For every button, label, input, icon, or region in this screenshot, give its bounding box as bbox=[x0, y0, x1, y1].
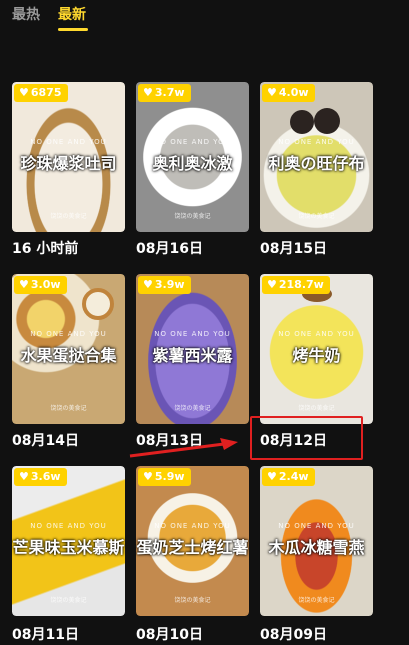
heart-icon: ♥ bbox=[267, 86, 277, 99]
like-count: 3.7w bbox=[154, 86, 185, 99]
video-title: 芒果味玉米慕斯 bbox=[12, 538, 125, 557]
watermark-text: NO ONE AND YOU bbox=[278, 522, 355, 530]
annotation-highlight-box bbox=[250, 416, 363, 460]
like-badge: ♥ 6875 bbox=[14, 84, 68, 102]
like-badge: ♥ 218.7w bbox=[262, 276, 330, 294]
like-badge: ♥ 3.9w bbox=[138, 276, 191, 294]
annotation-arrow-icon bbox=[129, 438, 238, 458]
video-card-5[interactable]: ♥ 3.9w NO ONE AND YOU 紫薯西米露 饶饶の美食记 bbox=[136, 274, 249, 424]
video-signature: 饶饶の美食记 bbox=[50, 405, 87, 412]
video-date: 08月11日 bbox=[12, 627, 79, 643]
video-signature: 饶饶の美食记 bbox=[174, 597, 211, 604]
like-badge: ♥ 4.0w bbox=[262, 84, 315, 102]
heart-icon: ♥ bbox=[143, 278, 153, 291]
video-title: 奥利奥冰激 bbox=[152, 154, 233, 173]
video-title: 水果蛋挞合集 bbox=[20, 346, 117, 365]
heart-icon: ♥ bbox=[19, 86, 29, 99]
heart-icon: ♥ bbox=[143, 470, 153, 483]
video-date: 08月10日 bbox=[136, 627, 203, 643]
video-signature: 饶饶の美食记 bbox=[174, 405, 211, 412]
watermark-text: NO ONE AND YOU bbox=[278, 330, 355, 338]
tab-bar: 最热 最新 bbox=[0, 0, 409, 40]
tab-latest[interactable]: 最新 bbox=[58, 4, 86, 24]
watermark-text: NO ONE AND YOU bbox=[154, 330, 231, 338]
video-date: 08月09日 bbox=[260, 627, 327, 643]
video-signature: 饶饶の美食记 bbox=[174, 213, 211, 220]
video-signature: 饶饶の美食记 bbox=[50, 213, 87, 220]
video-card-9[interactable]: ♥ 2.4w NO ONE AND YOU 木瓜冰糖雪燕 饶饶の美食记 bbox=[260, 466, 373, 616]
video-title: 烤牛奶 bbox=[292, 346, 341, 365]
video-card-2[interactable]: ♥ 3.7w NO ONE AND YOU 奥利奥冰激 饶饶の美食记 bbox=[136, 82, 249, 232]
like-count: 218.7w bbox=[278, 278, 324, 291]
like-count: 3.9w bbox=[154, 278, 185, 291]
heart-icon: ♥ bbox=[267, 278, 277, 291]
like-badge: ♥ 3.7w bbox=[138, 84, 191, 102]
like-count: 2.4w bbox=[278, 470, 309, 483]
video-title: 蛋奶芝士烤红薯 bbox=[136, 538, 249, 557]
video-title: 利奥の旺仔布 bbox=[268, 154, 365, 173]
watermark-text: NO ONE AND YOU bbox=[30, 522, 107, 530]
watermark-text: NO ONE AND YOU bbox=[154, 522, 231, 530]
like-count: 4.0w bbox=[278, 86, 309, 99]
watermark-text: NO ONE AND YOU bbox=[30, 138, 107, 146]
like-badge: ♥ 2.4w bbox=[262, 468, 315, 486]
watermark-text: NO ONE AND YOU bbox=[30, 330, 107, 338]
video-signature: 饶饶の美食记 bbox=[298, 405, 335, 412]
watermark-text: NO ONE AND YOU bbox=[278, 138, 355, 146]
video-signature: 饶饶の美食记 bbox=[298, 597, 335, 604]
video-card-7[interactable]: ♥ 3.6w NO ONE AND YOU 芒果味玉米慕斯 饶饶の美食记 bbox=[12, 466, 125, 616]
like-count: 3.0w bbox=[30, 278, 61, 291]
like-badge: ♥ 5.9w bbox=[138, 468, 191, 486]
heart-icon: ♥ bbox=[267, 470, 277, 483]
tart-decoration bbox=[82, 288, 114, 320]
video-title: 紫薯西米露 bbox=[152, 346, 233, 365]
like-count: 6875 bbox=[30, 86, 62, 99]
video-signature: 饶饶の美食记 bbox=[50, 597, 87, 604]
video-card-6[interactable]: ♥ 218.7w NO ONE AND YOU 烤牛奶 饶饶の美食记 bbox=[260, 274, 373, 424]
video-card-4[interactable]: ♥ 3.0w NO ONE AND YOU 水果蛋挞合集 饶饶の美食记 bbox=[12, 274, 125, 424]
video-card-1[interactable]: ♥ 6875 NO ONE AND YOU 珍珠爆浆吐司 饶饶の美食记 bbox=[12, 82, 125, 232]
active-tab-indicator bbox=[58, 28, 88, 31]
heart-icon: ♥ bbox=[143, 86, 153, 99]
watermark-text: NO ONE AND YOU bbox=[154, 138, 231, 146]
video-card-8[interactable]: ♥ 5.9w NO ONE AND YOU 蛋奶芝士烤红薯 饶饶の美食记 bbox=[136, 466, 249, 616]
heart-icon: ♥ bbox=[19, 470, 29, 483]
heart-icon: ♥ bbox=[19, 278, 29, 291]
cookie-decoration bbox=[290, 110, 314, 134]
like-badge: ♥ 3.0w bbox=[14, 276, 67, 294]
video-title: 木瓜冰糖雪燕 bbox=[268, 538, 365, 557]
video-date: 08月14日 bbox=[12, 433, 79, 449]
like-count: 5.9w bbox=[154, 470, 185, 483]
cookie-decoration bbox=[314, 108, 340, 134]
like-count: 3.6w bbox=[30, 470, 61, 483]
video-date: 08月15日 bbox=[260, 241, 327, 257]
video-card-3[interactable]: ♥ 4.0w NO ONE AND YOU 利奥の旺仔布 饶饶の美食记 bbox=[260, 82, 373, 232]
tab-hottest[interactable]: 最热 bbox=[12, 4, 40, 24]
video-date: 08月16日 bbox=[136, 241, 203, 257]
like-badge: ♥ 3.6w bbox=[14, 468, 67, 486]
video-title: 珍珠爆浆吐司 bbox=[20, 154, 117, 173]
video-date: 16 小时前 bbox=[12, 241, 79, 257]
video-signature: 饶饶の美食记 bbox=[298, 213, 335, 220]
